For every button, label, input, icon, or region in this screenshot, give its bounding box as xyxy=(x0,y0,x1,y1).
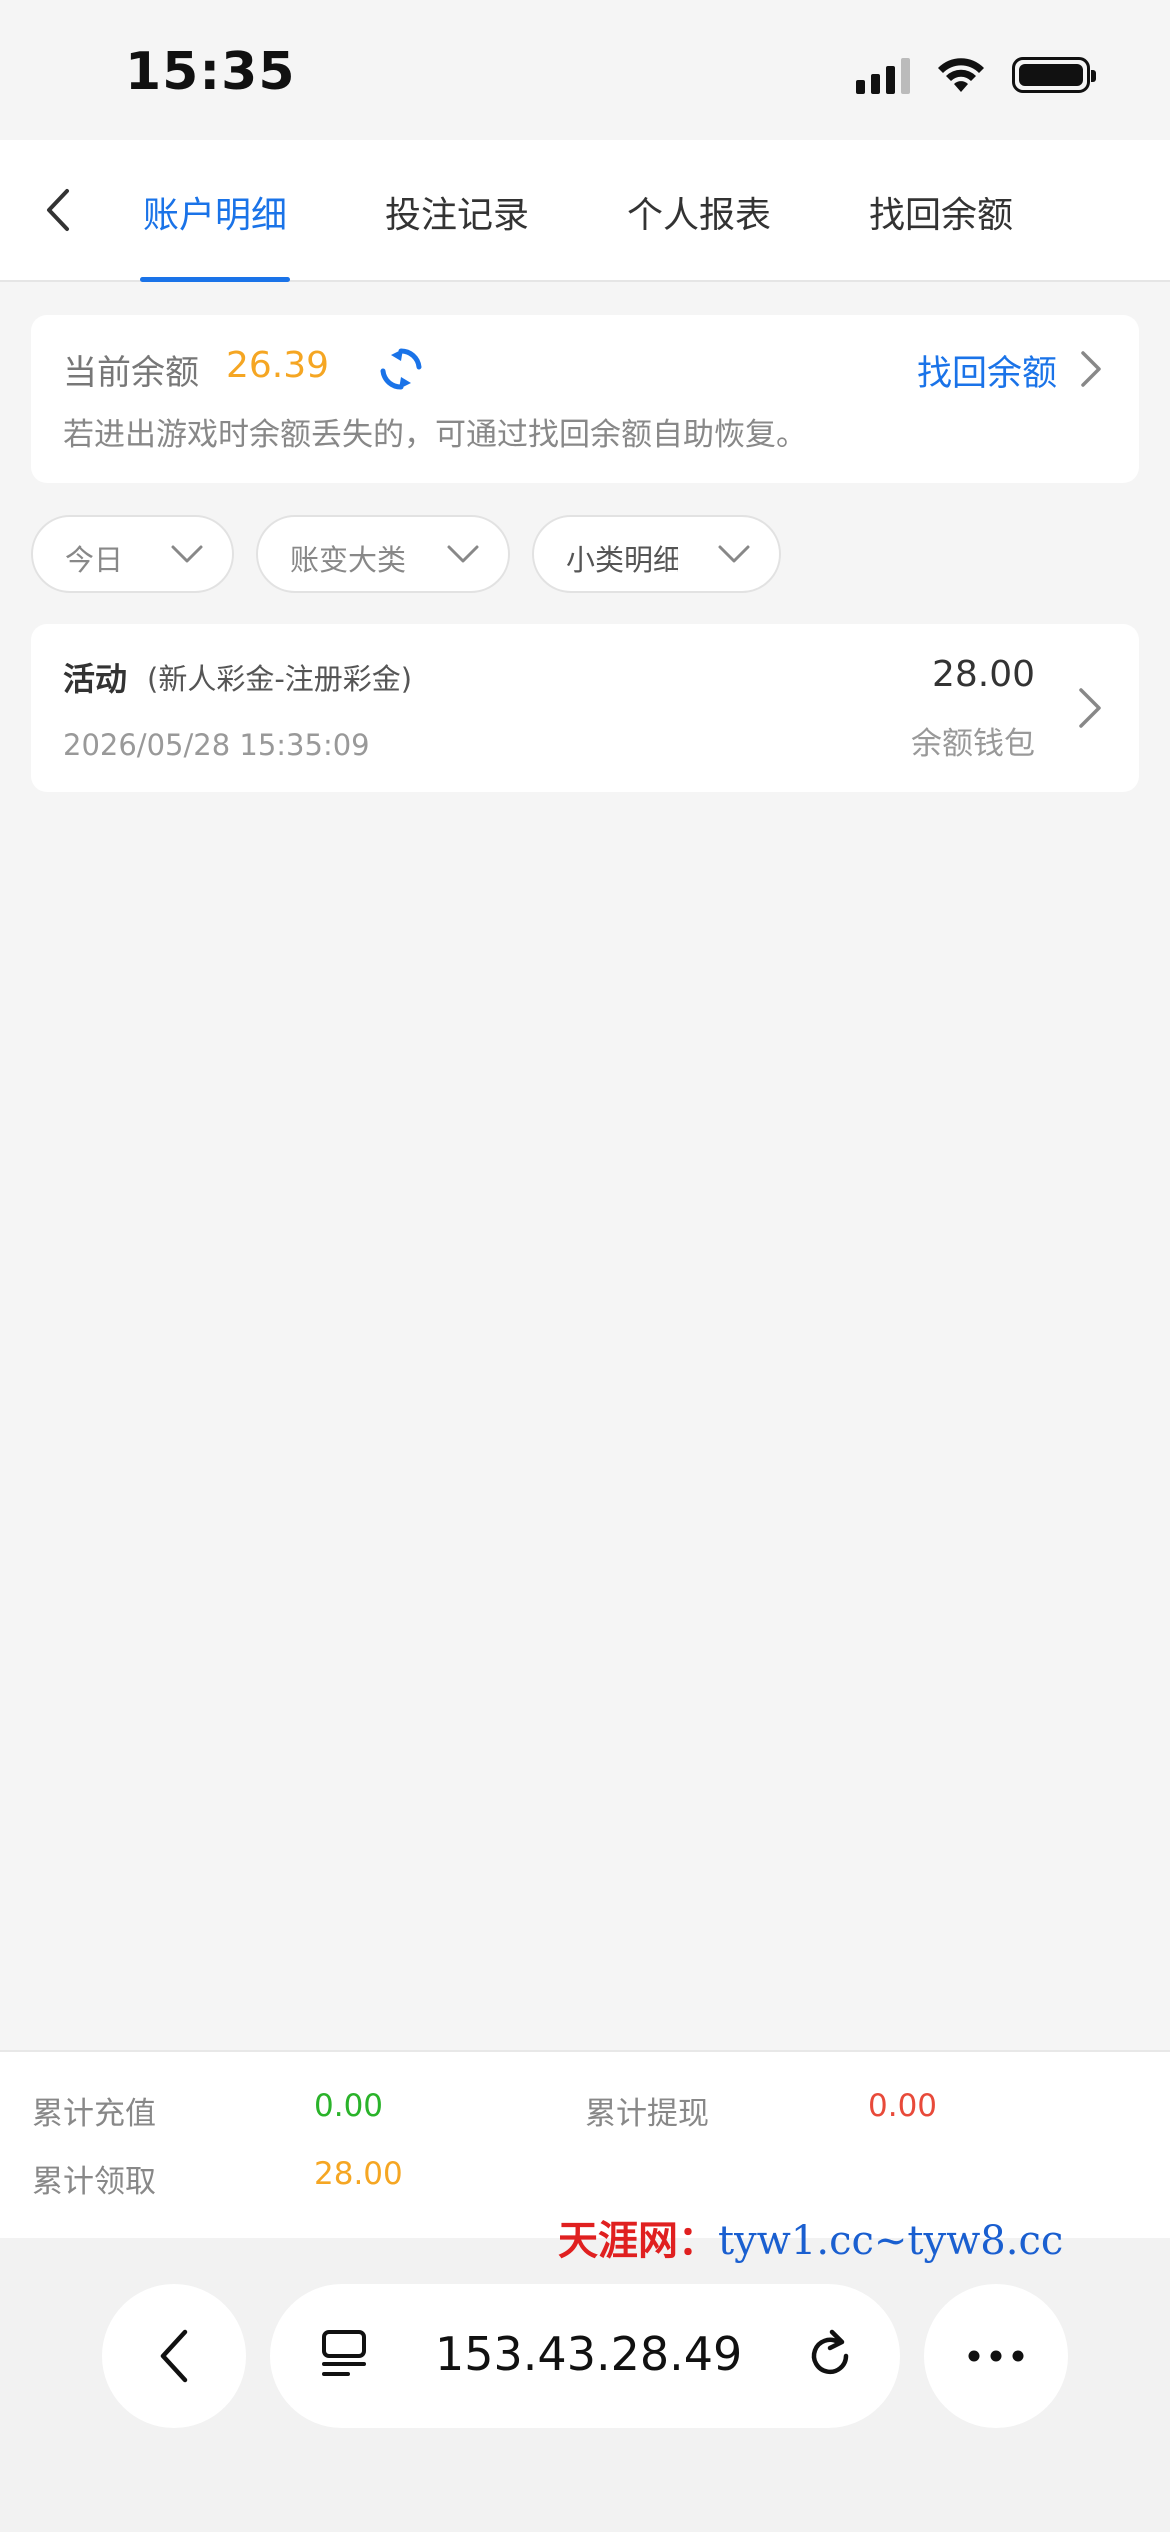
tab-label: 投注记录 xyxy=(384,195,529,236)
address-bar[interactable]: 153.43.28.49 xyxy=(270,2284,900,2428)
wifi-icon xyxy=(938,58,984,92)
browser-more-button[interactable] xyxy=(924,2284,1068,2428)
chevron-down-icon xyxy=(447,545,479,563)
total-recharge-label: 累计充值 xyxy=(32,2096,156,2132)
filter-label: 账变大类 xyxy=(290,543,407,577)
watermark-text: 天涯网： xyxy=(558,2217,718,2264)
record-time: 2026/05/28 15:35:09 xyxy=(63,728,370,762)
tab-personal-report[interactable]: 个人报表 xyxy=(624,186,774,282)
signal-icon xyxy=(856,56,910,94)
total-withdraw-value: 0.00 xyxy=(868,2088,938,2124)
tabs-icon[interactable] xyxy=(318,2328,372,2384)
balance-label: 当前余额 xyxy=(63,353,199,393)
chevron-left-icon xyxy=(47,189,69,231)
balance-tip: 若进出游戏时余额丢失的，可通过找回余额自助恢复。 xyxy=(63,417,807,453)
tab-active-indicator xyxy=(140,277,290,282)
top-navbar: 账户明细 投注记录 个人报表 找回余额 xyxy=(0,140,1170,282)
watermark-url: tyw1.cc~tyw8.cc xyxy=(718,2218,1064,2264)
filter-label: 今日 xyxy=(65,543,124,577)
status-icons xyxy=(856,56,1096,94)
tab-label: 找回余额 xyxy=(868,195,1013,236)
chevron-down-icon xyxy=(171,545,203,563)
refresh-icon[interactable] xyxy=(377,345,425,393)
record-subtype: (新人彩金-注册彩金) xyxy=(147,662,413,696)
status-bar: 15:35 xyxy=(0,0,1170,140)
tab-label: 个人报表 xyxy=(626,195,771,236)
watermark: 天涯网：tyw1.cc~tyw8.cc xyxy=(558,2208,1063,2266)
url-text: 153.43.28.49 xyxy=(435,2327,743,2381)
record-type: 活动 xyxy=(63,660,128,698)
back-button[interactable] xyxy=(28,180,88,240)
browser-back-button[interactable] xyxy=(102,2284,246,2428)
filter-category[interactable]: 账变大类 xyxy=(256,515,510,593)
transaction-record[interactable]: 活动 (新人彩金-注册彩金) 2026/05/28 15:35:09 28.00… xyxy=(31,624,1139,792)
balance-card: 当前余额 26.39 找回余额 若进出游戏时余额丢失的，可通过找回余额自助恢复。 xyxy=(31,315,1139,483)
more-icon xyxy=(968,2350,1024,2362)
tab-recover-balance[interactable]: 找回余额 xyxy=(866,186,1016,282)
status-time: 15:35 xyxy=(125,42,296,102)
record-wallet: 余额钱包 xyxy=(911,726,1035,762)
chevron-right-icon xyxy=(1079,688,1101,728)
chevron-down-icon xyxy=(718,545,750,563)
tab-account-details[interactable]: 账户明细 xyxy=(140,186,290,282)
total-withdraw-label: 累计提现 xyxy=(585,2096,709,2132)
tab-label: 账户明细 xyxy=(142,195,287,236)
total-claim-value: 28.00 xyxy=(314,2156,403,2192)
reload-icon[interactable] xyxy=(802,2328,858,2384)
record-amount: 28.00 xyxy=(931,654,1035,695)
tab-bet-records[interactable]: 投注记录 xyxy=(382,186,532,282)
filter-label: 小类明细 xyxy=(566,543,678,577)
balance-value: 26.39 xyxy=(226,345,330,386)
filter-subcategory[interactable]: 小类明细 xyxy=(532,515,781,593)
battery-icon xyxy=(1012,57,1096,93)
chevron-left-icon xyxy=(160,2329,188,2383)
total-claim-label: 累计领取 xyxy=(32,2164,156,2200)
chevron-right-icon[interactable] xyxy=(1079,349,1103,389)
total-recharge-value: 0.00 xyxy=(314,2088,384,2124)
browser-toolbar: 153.43.28.49 xyxy=(0,2238,1170,2532)
filter-date[interactable]: 今日 xyxy=(31,515,234,593)
recover-balance-link[interactable]: 找回余额 xyxy=(917,345,1057,396)
